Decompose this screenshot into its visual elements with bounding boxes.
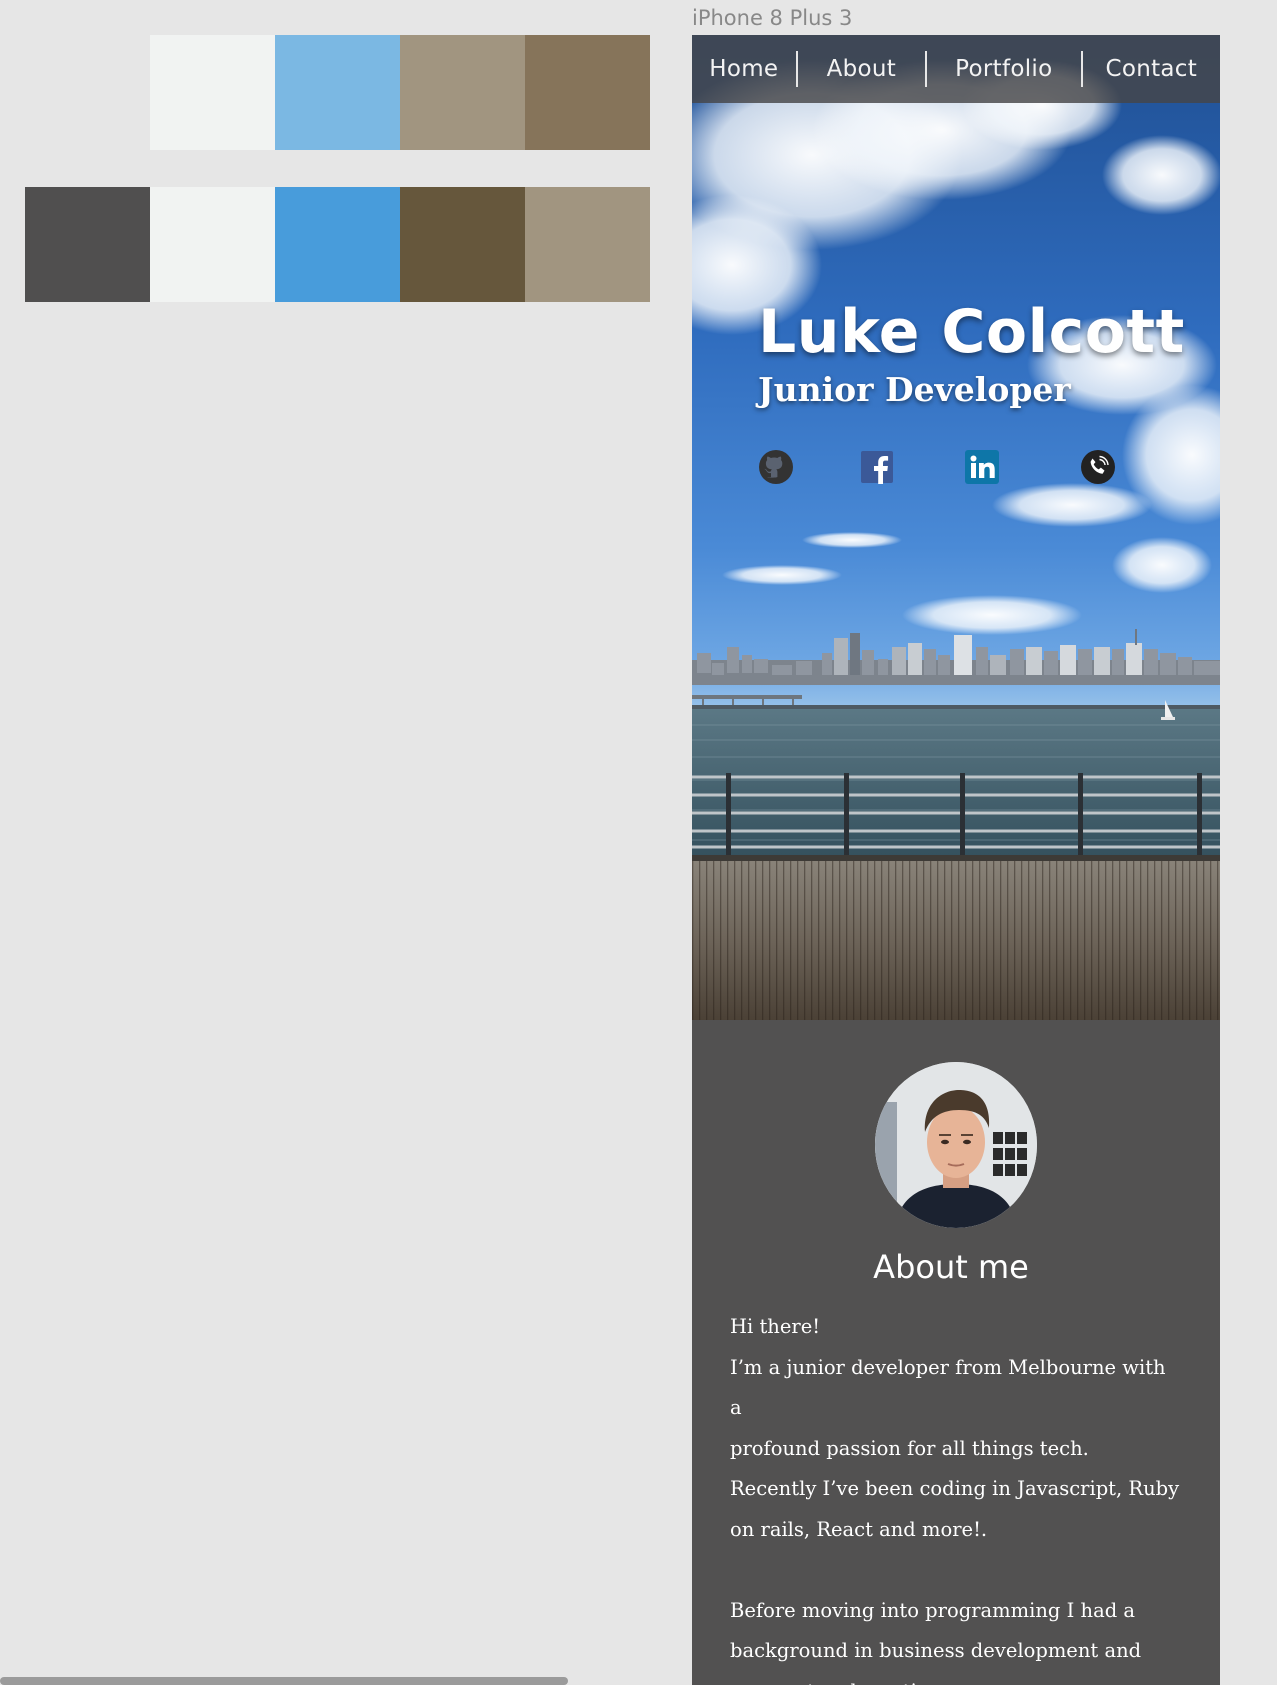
swatch[interactable] [150, 187, 275, 302]
about-line: Hi there! [730, 1315, 821, 1338]
horizontal-scrollbar[interactable] [0, 1677, 568, 1685]
swatch[interactable] [25, 187, 150, 302]
about-title: About me [873, 1248, 1029, 1286]
hero-name: Luke Colcott [758, 297, 1185, 367]
nav-contact[interactable]: Contact [1083, 56, 1220, 82]
design-canvas: iPhone 8 Plus 3 Home About Portfolio Con… [0, 0, 1277, 1685]
swatch[interactable] [400, 35, 525, 150]
swatch[interactable] [275, 187, 400, 302]
about-line: on rails, React and more!. [730, 1517, 988, 1541]
nav-home[interactable]: Home [692, 56, 796, 82]
about-line: Before moving into programming I had a [730, 1598, 1136, 1622]
top-navigation: Home About Portfolio Contact [692, 35, 1220, 103]
about-section: About me Hi there! I’m a junior develope… [692, 1020, 1220, 1685]
github-icon[interactable] [757, 448, 795, 486]
phone-icon[interactable] [1079, 448, 1117, 486]
linkedin-icon[interactable] [963, 448, 1001, 486]
about-line: corporate edcucation. [730, 1672, 1180, 1685]
palette-row-1 [150, 35, 650, 150]
artboard-iphone[interactable]: Home About Portfolio Contact Luke Colcot… [692, 35, 1220, 1685]
swatch[interactable] [525, 35, 650, 150]
about-line: background in business development and [730, 1639, 1142, 1662]
about-line: I’m a junior developer from Melbourne wi… [730, 1355, 1166, 1420]
swatch[interactable] [525, 187, 650, 302]
facebook-icon[interactable] [858, 448, 896, 486]
artboard-label[interactable]: iPhone 8 Plus 3 [692, 6, 852, 30]
about-text: Hi there! I’m a junior developer from Me… [730, 1307, 1180, 1685]
about-line: profound passion for all things tech. [730, 1436, 1089, 1460]
nav-about[interactable]: About [798, 56, 926, 82]
swatch[interactable] [150, 35, 275, 150]
hero-background-image [692, 60, 1220, 1020]
hero-role: Junior Developer [758, 370, 1071, 409]
avatar [875, 1062, 1037, 1228]
swatch[interactable] [400, 187, 525, 302]
swatch[interactable] [275, 35, 400, 150]
about-line: Recently I’ve been coding in Javascript,… [730, 1477, 1180, 1500]
hero-section: Home About Portfolio Contact Luke Colcot… [692, 35, 1220, 1020]
nav-portfolio[interactable]: Portfolio [927, 56, 1080, 82]
palette-row-2 [25, 187, 650, 302]
